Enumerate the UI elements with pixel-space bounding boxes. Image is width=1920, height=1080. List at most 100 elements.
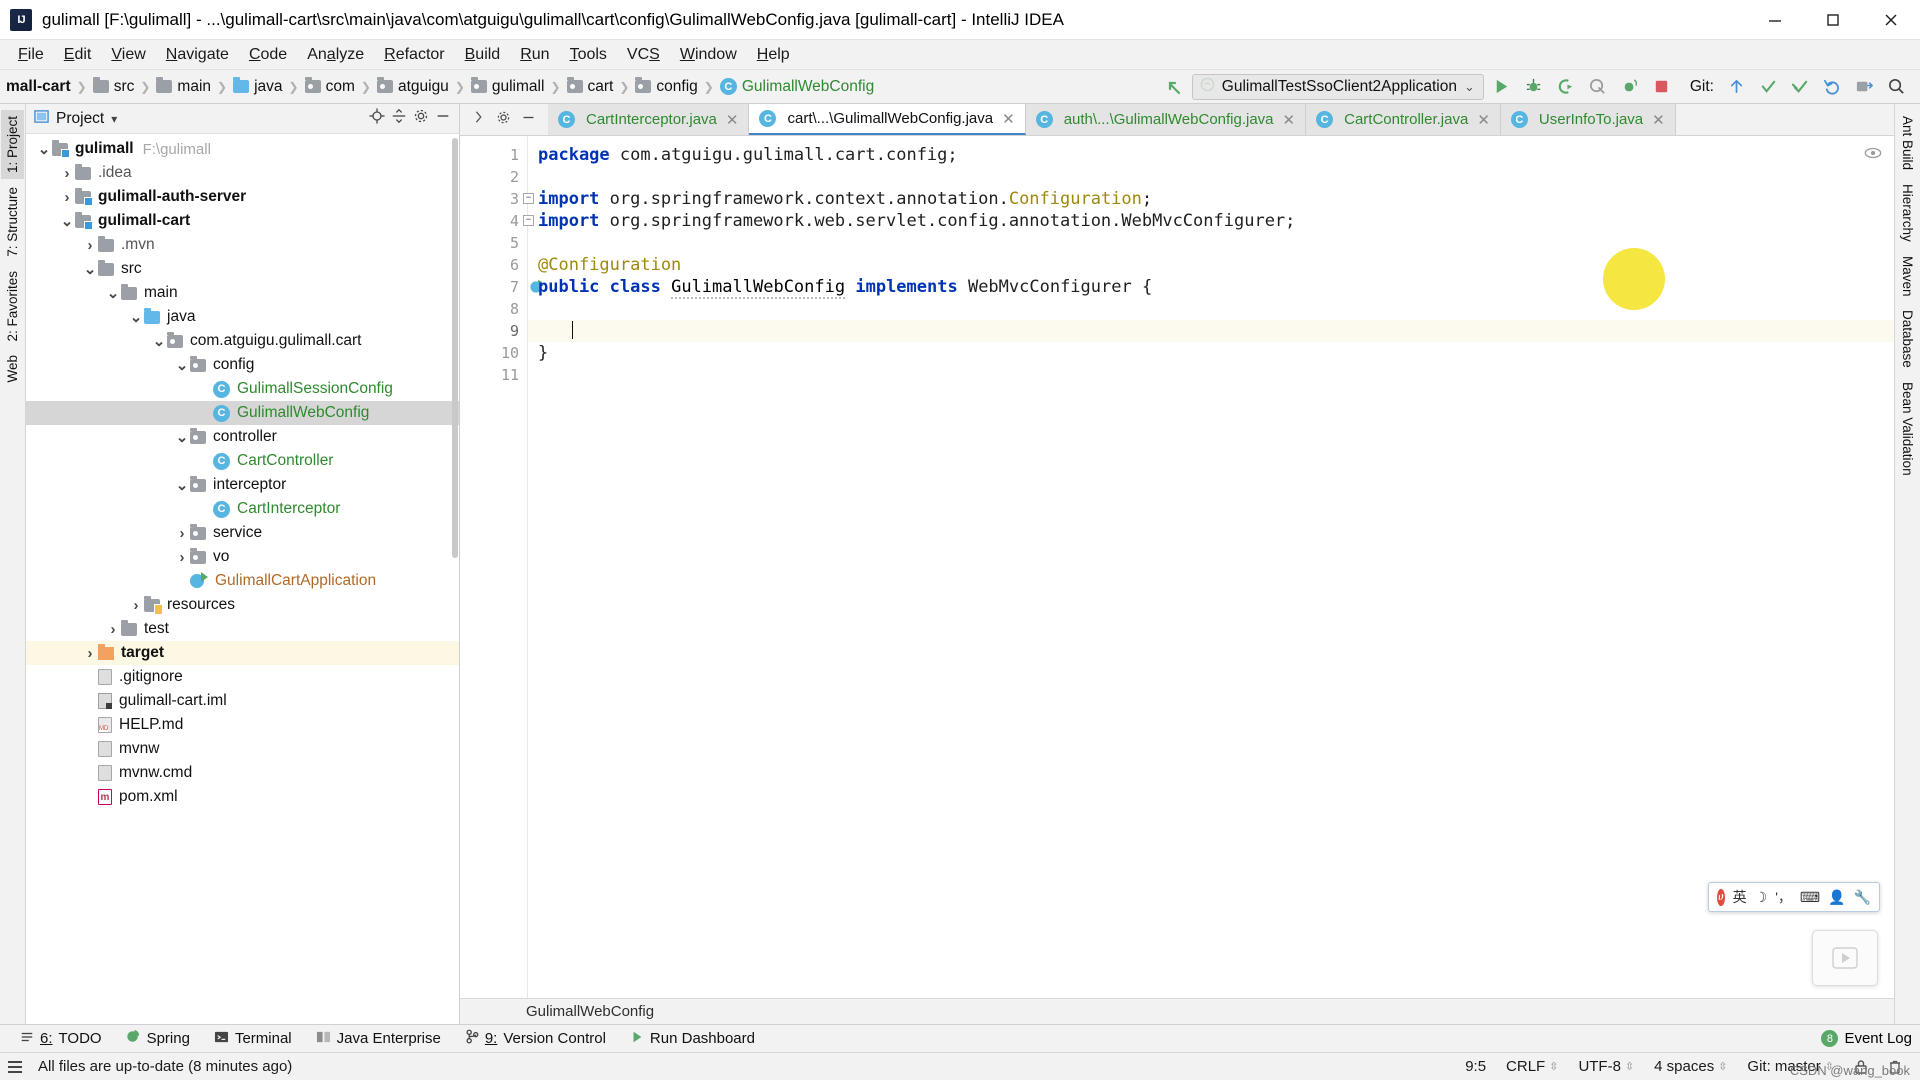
tree-node-mvnw[interactable]: ›mvnw (26, 737, 459, 761)
tree-expander-icon[interactable]: ⌄ (174, 429, 190, 446)
gutter-line-10[interactable]: 10 (460, 342, 527, 364)
gutter-line-4[interactable]: 4− (460, 210, 534, 232)
tree-node-java[interactable]: ⌄ java (26, 305, 459, 329)
tree-node-gulimall[interactable]: ⌄ gulimall F:\gulimall (26, 137, 459, 161)
tree-expander-icon[interactable]: › (82, 645, 98, 662)
close-tab-icon[interactable]: ✕ (1002, 110, 1015, 128)
run-icon[interactable] (1488, 74, 1516, 100)
code-line-3[interactable]: import org.springframework.context.annot… (528, 188, 1894, 210)
tree-expander-icon[interactable]: ⌄ (59, 213, 75, 230)
profiler-icon[interactable] (1584, 74, 1612, 100)
bottom-tool-terminal[interactable]: Terminal (202, 1027, 304, 1051)
breadcrumb-java[interactable]: java (233, 77, 283, 96)
breadcrumb-gulimallwebconfig[interactable]: C GulimallWebConfig (719, 78, 874, 96)
stop-icon[interactable] (1616, 74, 1644, 100)
tree-expander-icon[interactable]: › (174, 525, 190, 542)
code-editor[interactable]: 1 2 3−4−5 6 7 8 9 10 11 package com.atguigu.guli… (460, 136, 1894, 998)
back-arrow-icon[interactable] (1160, 74, 1188, 100)
bottom-tool-todo[interactable]: 6: TODO (8, 1027, 114, 1051)
code-line-4[interactable]: import org.springframework.web.servlet.c… (528, 210, 1894, 232)
hide-window-icon[interactable] (521, 110, 536, 130)
menu-item-code[interactable]: Code (239, 43, 297, 67)
tree-node-resources[interactable]: › resources (26, 593, 459, 617)
bottom-tool-version-control[interactable]: 9: Version Control (453, 1026, 618, 1051)
tool-window-tab-hierarchy[interactable]: Hierarchy (1896, 178, 1919, 248)
tree-node--idea[interactable]: › .idea (26, 161, 459, 185)
bottom-tool-java-enterprise[interactable]: Java Enterprise (304, 1027, 453, 1051)
close-tab-icon[interactable]: ✕ (1477, 111, 1490, 129)
menu-item-build[interactable]: Build (455, 43, 511, 67)
ime-toolbar[interactable]: ሀ 英 ☽ '， ⌨ 👤 🔧 (1708, 882, 1880, 912)
breadcrumb-com[interactable]: com (304, 77, 355, 96)
menu-item-file[interactable]: File (8, 43, 54, 67)
breadcrumb-config[interactable]: config (635, 77, 698, 96)
menu-item-run[interactable]: Run (510, 43, 559, 67)
ime-moon-icon[interactable]: ☽ (1755, 889, 1768, 906)
minimize-button[interactable] (1746, 0, 1804, 39)
gutter-line-9[interactable]: 9 (460, 320, 527, 342)
gutter-line-7[interactable]: 7 (460, 276, 543, 298)
code-line-1[interactable]: package com.atguigu.gulimall.cart.config… (528, 144, 1894, 166)
commit-icon[interactable] (1754, 74, 1782, 100)
menu-item-tools[interactable]: Tools (560, 43, 617, 67)
gutter-line-11[interactable]: 11 (460, 364, 527, 386)
close-button[interactable] (1862, 0, 1920, 39)
locate-icon[interactable] (369, 108, 385, 129)
gutter-line-1[interactable]: 1 (460, 144, 527, 166)
tree-node-service[interactable]: › service (26, 521, 459, 545)
tree-node-interceptor[interactable]: ⌄ interceptor (26, 473, 459, 497)
code-line-7[interactable]: public class GulimallWebConfig implement… (528, 276, 1894, 299)
menu-item-edit[interactable]: Edit (54, 43, 102, 67)
tool-window-tab-bean-validation[interactable]: Bean Validation (1896, 376, 1919, 482)
stop-square-icon[interactable] (1648, 74, 1676, 100)
chevron-down-icon[interactable]: ▾ (111, 112, 117, 126)
tool-window-tab-ant-build[interactable]: Ant Build (1896, 110, 1919, 176)
tree-node-src[interactable]: ⌄ src (26, 257, 459, 281)
tree-node-controller[interactable]: ⌄ controller (26, 425, 459, 449)
breadcrumb-cart[interactable]: cart (566, 77, 613, 96)
debug-icon[interactable] (1520, 74, 1548, 100)
menu-item-vcs[interactable]: VCS (617, 43, 670, 67)
tree-expander-icon[interactable]: ⌄ (151, 333, 167, 350)
tree-node-gulimallsessionconfig[interactable]: ›CGulimallSessionConfig (26, 377, 459, 401)
tree-expander-icon[interactable]: ⌄ (174, 357, 190, 374)
code-line-2[interactable] (528, 166, 1894, 188)
tool-window-tab-7-structure[interactable]: 7: Structure (1, 181, 24, 263)
tree-scrollbar[interactable] (452, 138, 458, 558)
tree-expander-icon[interactable]: › (128, 597, 144, 614)
menu-item-refactor[interactable]: Refactor (374, 43, 454, 67)
tree-node-gulimallcartapplication[interactable]: ›GulimallCartApplication (26, 569, 459, 593)
tree-node-cartcontroller[interactable]: ›CCartController (26, 449, 459, 473)
menu-item-navigate[interactable]: Navigate (156, 43, 239, 67)
tool-window-tab-web[interactable]: Web (1, 349, 24, 389)
tree-node-help-md[interactable]: ›HELP.md (26, 713, 459, 737)
tree-node-gulimallwebconfig[interactable]: ›CGulimallWebConfig (26, 401, 459, 425)
tool-window-tab-database[interactable]: Database (1896, 304, 1919, 374)
ime-tools-icon[interactable]: 🔧 (1854, 889, 1871, 906)
status-menu-icon[interactable] (8, 1060, 22, 1073)
tree-node--mvn[interactable]: › .mvn (26, 233, 459, 257)
tree-expander-icon[interactable]: ⌄ (174, 477, 190, 494)
code-line-5[interactable] (528, 232, 1894, 254)
tree-node-config[interactable]: ⌄ config (26, 353, 459, 377)
breadcrumb-mall-cart[interactable]: mall-cart (6, 78, 71, 96)
tree-node-main[interactable]: ⌄ main (26, 281, 459, 305)
bottom-tool-run-dashboard[interactable]: Run Dashboard (618, 1027, 767, 1051)
project-tree[interactable]: ⌄ gulimall F:\gulimall › .idea › gulimall-auth… (26, 134, 459, 1024)
tree-node-gulimall-cart-iml[interactable]: ›gulimall-cart.iml (26, 689, 459, 713)
editor-tab-cartcontroller-java[interactable]: C CartController.java ✕ (1306, 104, 1501, 135)
tree-node-target[interactable]: › target (26, 641, 459, 665)
search-everywhere-icon[interactable] (1882, 74, 1910, 100)
select-opened-file-icon[interactable] (1850, 74, 1878, 100)
tree-expander-icon[interactable]: › (174, 549, 190, 566)
code-line-10[interactable]: } (528, 342, 1894, 364)
editor-tab-userinfoto-java[interactable]: C UserInfoTo.java ✕ (1500, 104, 1676, 135)
settings-gear-icon[interactable] (496, 110, 511, 130)
tool-window-tab-maven[interactable]: Maven (1896, 250, 1919, 303)
push-icon[interactable] (1786, 74, 1814, 100)
maximize-button[interactable] (1804, 0, 1862, 39)
tree-node--gitignore[interactable]: ›.gitignore (26, 665, 459, 689)
caret-position[interactable]: 9:5 (1455, 1055, 1496, 1078)
update-project-icon[interactable] (1722, 74, 1750, 100)
code-line-9[interactable] (528, 320, 1894, 342)
